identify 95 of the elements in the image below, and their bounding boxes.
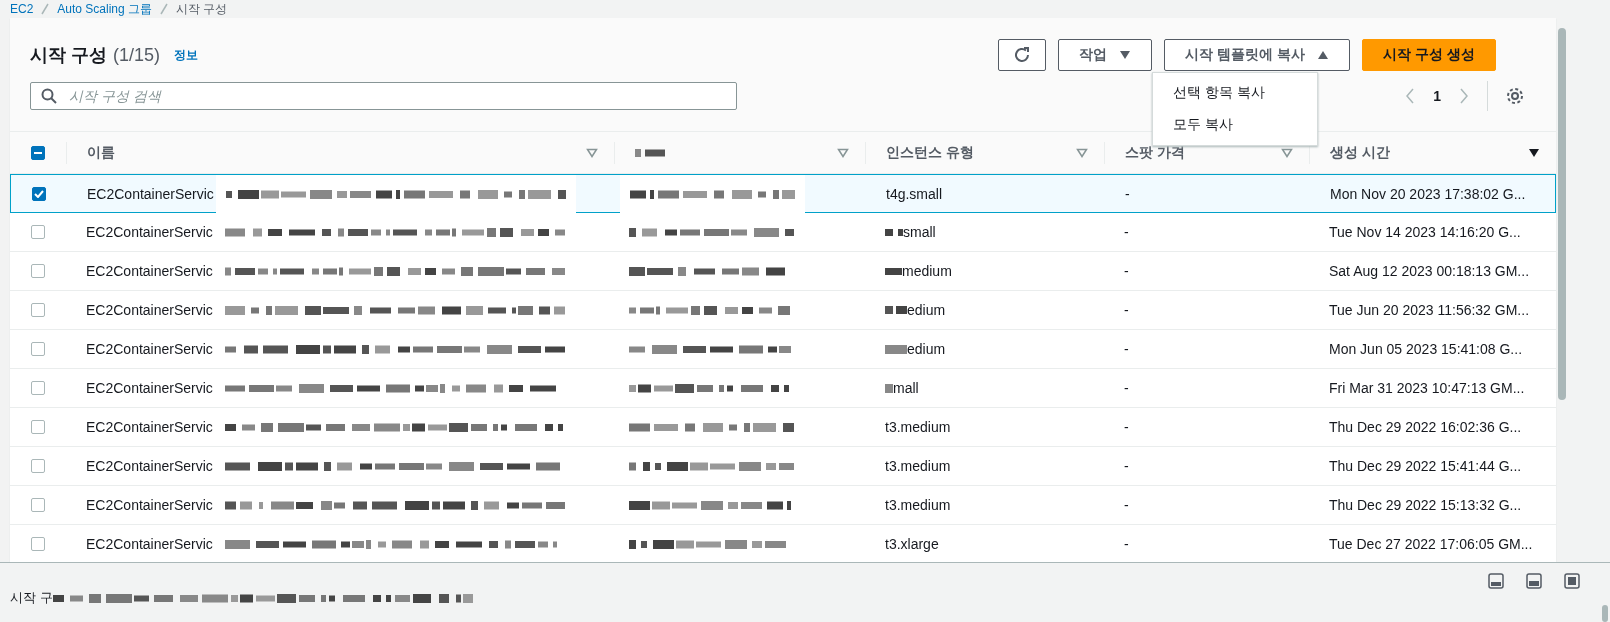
row-checkbox[interactable] — [32, 187, 46, 201]
table-cell: - — [1124, 263, 1129, 279]
split-panel-title: 시작 구 — [10, 589, 53, 607]
table-cell: EC2ContainerServic — [86, 419, 213, 435]
row-checkbox[interactable] — [31, 342, 45, 356]
refresh-icon — [1013, 46, 1032, 64]
table-cell: small — [903, 224, 936, 240]
table-cell: - — [1124, 458, 1129, 474]
dropdown-button[interactable]: 작업 — [1058, 39, 1153, 71]
table-cell: Thu Dec 29 2022 15:13:32 G... — [1329, 497, 1522, 513]
table-cell: EC2ContainerServic — [86, 302, 213, 318]
sort-descending-icon[interactable] — [1528, 147, 1540, 158]
table-cell: - — [1124, 380, 1129, 396]
row-checkbox[interactable] — [31, 264, 45, 278]
table-cell: EC2ContainerServic — [87, 186, 214, 202]
row-checkbox[interactable] — [31, 459, 45, 473]
create-button[interactable]: 시작 구성 생성 — [1362, 39, 1496, 71]
table-cell: Tue Nov 14 2023 14:16:20 G... — [1329, 224, 1521, 240]
column-header[interactable]: 생성 시간 — [1330, 143, 1390, 162]
table-cell: Thu Dec 29 2022 16:02:36 G... — [1329, 419, 1522, 435]
table-cell: Thu Dec 29 2022 15:41:44 G... — [1329, 458, 1522, 474]
caret-icon — [1119, 50, 1132, 60]
sort-icon[interactable] — [586, 147, 598, 158]
breadcrumb-link[interactable]: Auto Scaling 그룹 — [57, 1, 153, 16]
sort-icon[interactable] — [1076, 147, 1088, 158]
panel-layout-icon[interactable] — [1564, 573, 1580, 589]
sort-icon[interactable] — [837, 147, 849, 158]
table-cell: t3.medium — [885, 419, 951, 435]
dropdown-button[interactable]: 시작 템플릿에 복사 — [1164, 39, 1351, 71]
table-cell: Fri Mar 31 2023 10:47:13 GM... — [1329, 380, 1525, 396]
redacted-text — [885, 267, 902, 275]
table-cell: t3.xlarge — [885, 536, 939, 552]
table-cell: edium — [907, 341, 946, 357]
search-field[interactable]: 시작 구성 검색 — [30, 82, 737, 110]
row-checkbox[interactable] — [31, 225, 45, 239]
table-cell: t3.medium — [885, 497, 951, 513]
breadcrumb-separator-icon — [160, 2, 169, 15]
column-header[interactable]: 스팟 가격 — [1125, 143, 1185, 162]
table-cell: EC2ContainerServic — [86, 263, 213, 279]
page-number[interactable]: 1 — [1433, 88, 1441, 104]
scrollbar[interactable] — [1558, 28, 1566, 400]
next-page-icon[interactable] — [1459, 87, 1469, 105]
table-cell: EC2ContainerServic — [86, 224, 213, 240]
panel-title: 시작 구성 — [30, 44, 107, 67]
column-header[interactable]: 이름 — [87, 143, 115, 162]
row-checkbox[interactable] — [31, 498, 45, 512]
redacted-text — [885, 228, 903, 236]
table-cell: EC2ContainerServic — [86, 458, 213, 474]
table-cell: Tue Jun 20 2023 11:56:32 GM... — [1329, 302, 1530, 318]
table-cell: Sat Aug 12 2023 00:18:13 GM... — [1329, 263, 1530, 279]
select-all-checkbox[interactable] — [31, 145, 45, 160]
table-cell: Tue Dec 27 2022 17:06:05 GM... — [1329, 536, 1533, 552]
previous-page-icon[interactable] — [1405, 87, 1416, 105]
redacted-text — [885, 383, 893, 393]
row-checkbox[interactable] — [31, 381, 45, 395]
table-cell: t3.medium — [885, 458, 951, 474]
table-cell: - — [1125, 186, 1130, 202]
table-cell: - — [1124, 419, 1129, 435]
redacted-text — [885, 344, 907, 354]
breadcrumb-separator-icon — [41, 2, 50, 15]
sort-icon[interactable] — [1281, 147, 1293, 158]
item-count: (1/15) — [113, 44, 161, 66]
table-cell: EC2ContainerServic — [86, 341, 213, 357]
table-cell: t4g.small — [886, 186, 943, 202]
table-cell: EC2ContainerServic — [86, 536, 213, 552]
table-cell: EC2ContainerServic — [86, 380, 213, 396]
refresh-button[interactable] — [998, 39, 1047, 71]
settings-icon[interactable] — [1506, 87, 1524, 105]
menu-item[interactable]: 선택 항목 복사 — [1153, 77, 1318, 109]
redacted-text — [635, 148, 665, 157]
table-cell: - — [1124, 536, 1129, 552]
info-link[interactable]: 정보 — [174, 46, 199, 64]
table-cell: EC2ContainerServic — [86, 497, 213, 513]
caret-icon — [1317, 50, 1330, 60]
search-input[interactable]: 시작 구성 검색 — [67, 87, 736, 105]
redacted-text — [885, 306, 907, 314]
table-cell: Mon Nov 20 2023 17:38:02 G... — [1330, 186, 1526, 202]
row-checkbox[interactable] — [31, 537, 45, 551]
table-cell: - — [1124, 341, 1129, 357]
table-cell: mall — [893, 380, 919, 396]
search-icon — [41, 88, 57, 104]
table-cell: - — [1124, 302, 1129, 318]
scrollbar[interactable] — [1602, 605, 1608, 622]
breadcrumb-link[interactable]: EC2 — [10, 1, 34, 16]
column-header[interactable]: 인스턴스 유형 — [886, 143, 974, 162]
table-cell: - — [1124, 224, 1129, 240]
panel-layout-icon[interactable] — [1488, 573, 1504, 589]
table-cell: medium — [902, 263, 952, 279]
row-checkbox[interactable] — [31, 420, 45, 434]
panel-layout-icon[interactable] — [1526, 573, 1542, 589]
table-cell: edium — [907, 302, 946, 318]
table-cell: - — [1124, 497, 1129, 513]
menu-item[interactable]: 모두 복사 — [1153, 109, 1318, 141]
row-checkbox[interactable] — [31, 303, 45, 317]
table-cell: Mon Jun 05 2023 15:41:08 G... — [1329, 341, 1523, 357]
